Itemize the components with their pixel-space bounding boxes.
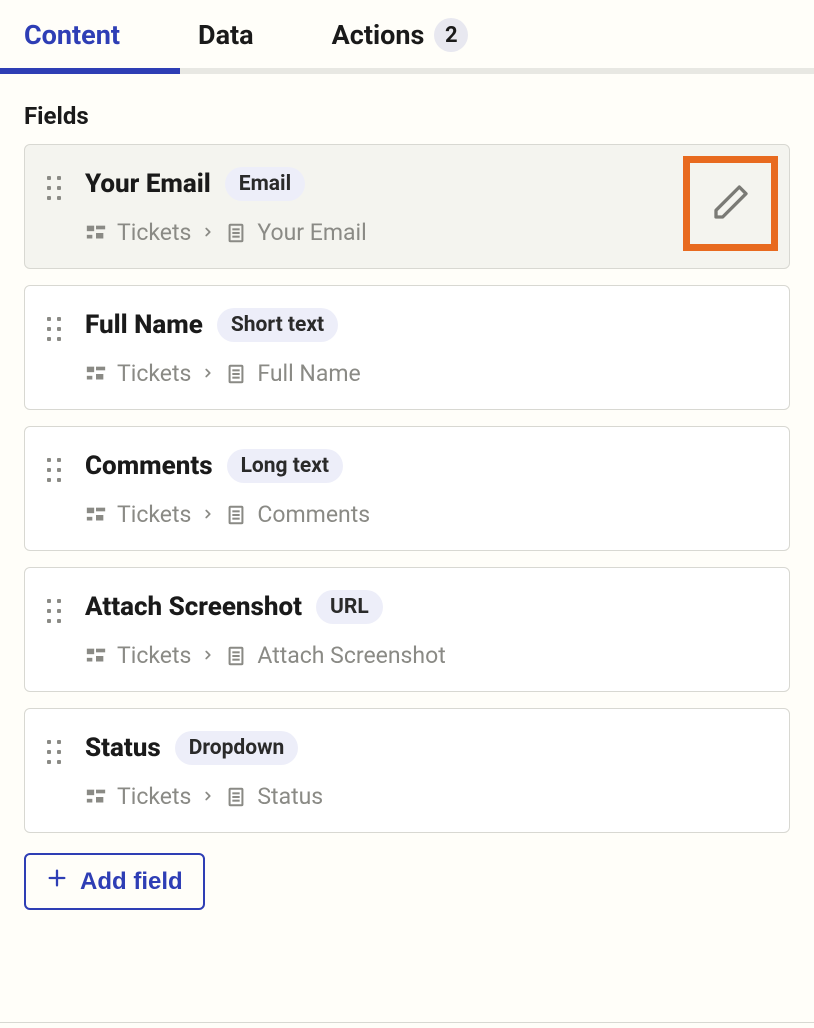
chevron-right-icon <box>201 502 215 527</box>
chevron-right-icon <box>201 784 215 809</box>
field-name: Your Email <box>85 169 211 199</box>
field-name: Status <box>85 733 161 763</box>
field-header: Attach Screenshot URL <box>85 590 767 624</box>
path-field: Full Name <box>257 360 360 387</box>
field-type-badge: Long text <box>227 449 343 483</box>
add-field-label: Add field <box>80 868 183 896</box>
path-source: Tickets <box>117 219 191 246</box>
column-icon <box>225 222 247 244</box>
field-type-badge: Email <box>225 167 305 201</box>
field-path: Tickets Full Name <box>85 360 767 387</box>
chevron-right-icon <box>201 643 215 668</box>
plus-icon <box>46 867 68 896</box>
path-field: Comments <box>257 501 370 528</box>
tab-content[interactable]: Content <box>24 19 120 67</box>
tab-content-label: Content <box>24 19 120 51</box>
field-name: Full Name <box>85 310 203 340</box>
table-icon <box>85 786 107 808</box>
field-name: Comments <box>85 451 213 481</box>
field-card[interactable]: Full Name Short text Tickets Full Name <box>24 285 790 410</box>
field-body: Attach Screenshot URL Tickets Attach Screen… <box>85 590 767 669</box>
fields-list: Your Email Email Tickets Your Email Full Nam… <box>24 144 790 833</box>
field-header: Your Email Email <box>85 167 767 201</box>
field-card[interactable]: Attach Screenshot URL Tickets Attach Screen… <box>24 567 790 692</box>
field-header: Status Dropdown <box>85 731 767 765</box>
field-body: Comments Long text Tickets Comments <box>85 449 767 528</box>
field-header: Comments Long text <box>85 449 767 483</box>
add-field-button[interactable]: Add field <box>24 853 205 910</box>
active-tab-underline <box>0 68 180 74</box>
path-source: Tickets <box>117 501 191 528</box>
path-source: Tickets <box>117 642 191 669</box>
path-source: Tickets <box>117 783 191 810</box>
field-name: Attach Screenshot <box>85 592 302 622</box>
field-card[interactable]: Comments Long text Tickets Comments <box>24 426 790 551</box>
field-card[interactable]: Status Dropdown Tickets Status <box>24 708 790 833</box>
field-header: Full Name Short text <box>85 308 767 342</box>
drag-handle-icon[interactable] <box>39 176 69 200</box>
table-icon <box>85 504 107 526</box>
path-field: Status <box>257 783 323 810</box>
path-field: Your Email <box>257 219 366 246</box>
drag-handle-icon[interactable] <box>39 317 69 341</box>
path-source: Tickets <box>117 360 191 387</box>
tab-data-label: Data <box>198 19 254 51</box>
field-path: Tickets Your Email <box>85 219 767 246</box>
tab-actions[interactable]: Actions 2 <box>332 18 469 68</box>
path-field: Attach Screenshot <box>257 642 445 669</box>
drag-handle-icon[interactable] <box>39 599 69 623</box>
table-icon <box>85 645 107 667</box>
chevron-right-icon <box>201 361 215 386</box>
field-path: Tickets Attach Screenshot <box>85 642 767 669</box>
pencil-icon <box>711 182 751 226</box>
tab-data[interactable]: Data <box>198 19 254 67</box>
section-title: Fields <box>24 102 790 130</box>
field-type-badge: Dropdown <box>175 731 299 765</box>
column-icon <box>225 363 247 385</box>
drag-handle-icon[interactable] <box>39 740 69 764</box>
field-body: Your Email Email Tickets Your Email <box>85 167 767 246</box>
column-icon <box>225 645 247 667</box>
field-body: Status Dropdown Tickets Status <box>85 731 767 810</box>
tab-bar: Content Data Actions 2 <box>0 0 814 74</box>
edit-field-button[interactable] <box>683 156 778 251</box>
table-icon <box>85 222 107 244</box>
field-body: Full Name Short text Tickets Full Name <box>85 308 767 387</box>
table-icon <box>85 363 107 385</box>
fields-section: Fields Your Email Email Tickets Your Email F… <box>0 74 814 920</box>
chevron-right-icon <box>201 220 215 245</box>
drag-handle-icon[interactable] <box>39 458 69 482</box>
tab-actions-label: Actions <box>332 19 425 51</box>
bottom-divider <box>0 1022 814 1023</box>
column-icon <box>225 786 247 808</box>
actions-count-badge: 2 <box>434 18 468 52</box>
column-icon <box>225 504 247 526</box>
field-type-badge: Short text <box>217 308 338 342</box>
field-path: Tickets Status <box>85 783 767 810</box>
field-path: Tickets Comments <box>85 501 767 528</box>
field-type-badge: URL <box>316 590 383 624</box>
field-card[interactable]: Your Email Email Tickets Your Email <box>24 144 790 269</box>
